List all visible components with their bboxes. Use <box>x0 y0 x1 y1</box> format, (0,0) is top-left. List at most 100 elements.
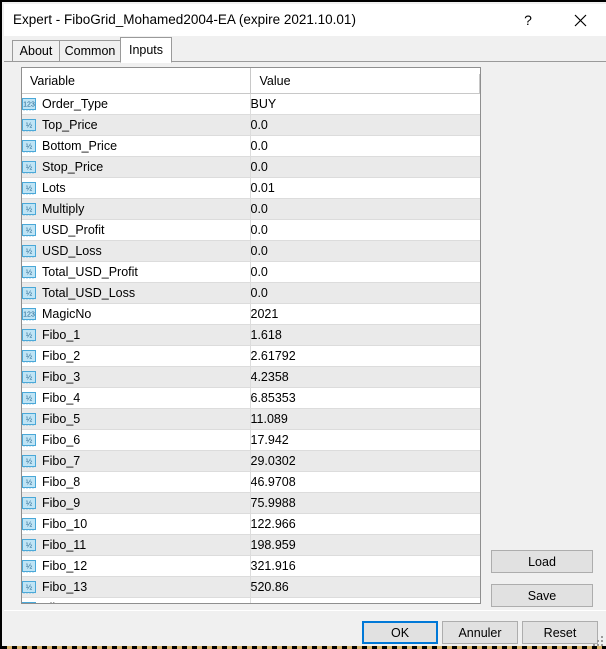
value-cell[interactable]: 122.966 <box>250 514 480 535</box>
integer-type-icon: 123 <box>22 98 36 111</box>
value-cell[interactable]: 17.942 <box>250 430 480 451</box>
variable-cell[interactable]: ½Fibo_10 <box>22 514 250 535</box>
table-row[interactable]: ½Total_USD_Profit0.0 <box>22 262 480 283</box>
variable-cell[interactable]: ½Fibo_6 <box>22 430 250 451</box>
table-row[interactable]: ½Fibo_846.9708 <box>22 472 480 493</box>
tab-about[interactable]: About <box>12 40 60 62</box>
value-text: BUY <box>251 97 277 111</box>
value-cell[interactable]: 0.0 <box>250 115 480 136</box>
variable-cell[interactable]: ½Fibo_13 <box>22 577 250 598</box>
help-button[interactable]: ? <box>506 4 550 36</box>
value-cell[interactable]: 2.61792 <box>250 346 480 367</box>
table-row[interactable]: ½Fibo_10122.966 <box>22 514 480 535</box>
value-cell[interactable]: 198.959 <box>250 535 480 556</box>
variable-cell[interactable]: ½Fibo_11 <box>22 535 250 556</box>
variable-cell[interactable]: ½Fibo_9 <box>22 493 250 514</box>
table-row[interactable]: 123MagicNo2021 <box>22 304 480 325</box>
table-row[interactable]: ½Fibo_12321.916 <box>22 556 480 577</box>
table-row[interactable]: ½Multiply0.0 <box>22 199 480 220</box>
table-row[interactable]: ½Total_USD_Loss0.0 <box>22 283 480 304</box>
value-cell[interactable]: 0.0 <box>250 262 480 283</box>
value-cell[interactable]: 4.2358 <box>250 367 480 388</box>
variable-cell[interactable]: ½Fibo_3 <box>22 367 250 388</box>
variable-cell[interactable]: ½Total_USD_Loss <box>22 283 250 304</box>
value-cell[interactable]: 0.0 <box>250 241 480 262</box>
table-row[interactable]: ½Fibo_617.942 <box>22 430 480 451</box>
variable-name: Fibo_14 <box>42 601 250 604</box>
variable-cell[interactable]: 123MagicNo <box>22 304 250 325</box>
double-type-icon: ½ <box>22 329 36 342</box>
value-cell[interactable]: 0.0 <box>250 157 480 178</box>
variable-cell[interactable]: ½Fibo_7 <box>22 451 250 472</box>
table-row[interactable]: ½Fibo_511.089 <box>22 409 480 430</box>
variable-cell[interactable]: ½Fibo_12 <box>22 556 250 577</box>
variable-cell[interactable]: ½Multiply <box>22 199 250 220</box>
variable-cell[interactable]: ½Fibo_8 <box>22 472 250 493</box>
variable-cell[interactable]: ½Fibo_1 <box>22 325 250 346</box>
value-cell[interactable]: 2021 <box>250 304 480 325</box>
table-row[interactable]: ½Stop_Price0.0 <box>22 157 480 178</box>
variable-cell[interactable]: ½Lots <box>22 178 250 199</box>
column-header-variable[interactable]: Variable <box>22 68 250 94</box>
tab-underline <box>4 61 606 62</box>
table-row[interactable]: 123Order_TypeBUY <box>22 94 480 115</box>
value-cell[interactable]: 6.85353 <box>250 388 480 409</box>
value-text: 29.0302 <box>251 454 296 468</box>
table-row[interactable]: ½Fibo_22.61792 <box>22 346 480 367</box>
table-row[interactable]: ½Fibo_11198.959 <box>22 535 480 556</box>
variable-cell[interactable]: ½Fibo_5 <box>22 409 250 430</box>
variable-cell[interactable]: ½Fibo_4 <box>22 388 250 409</box>
save-button[interactable]: Save <box>491 584 593 607</box>
value-cell[interactable]: 11.089 <box>250 409 480 430</box>
value-cell[interactable]: 0.0 <box>250 136 480 157</box>
variable-cell[interactable]: ½Top_Price <box>22 115 250 136</box>
svg-text:½: ½ <box>26 519 33 528</box>
table-row[interactable]: ½USD_Profit0.0 <box>22 220 480 241</box>
variable-cell[interactable]: ½Fibo_14 <box>22 598 250 605</box>
table-row[interactable]: ½Lots0.01 <box>22 178 480 199</box>
value-cell[interactable]: 1.618 <box>250 325 480 346</box>
variable-cell-content: ½Fibo_10 <box>22 517 250 531</box>
variable-cell[interactable]: ½Total_USD_Profit <box>22 262 250 283</box>
tab-strip: About Common Inputs <box>4 36 606 62</box>
value-text: 1.618 <box>251 328 282 342</box>
value-cell[interactable]: 75.9988 <box>250 493 480 514</box>
variable-cell[interactable]: ½USD_Profit <box>22 220 250 241</box>
variable-cell-content: ½Fibo_3 <box>22 370 250 384</box>
tab-inputs[interactable]: Inputs <box>120 37 172 63</box>
table-row[interactable]: ½USD_Loss0.0 <box>22 241 480 262</box>
table-row[interactable]: ½Fibo_11.618 <box>22 325 480 346</box>
variable-cell[interactable]: 123Order_Type <box>22 94 250 115</box>
value-cell[interactable]: BUY <box>250 94 480 115</box>
column-header-value[interactable]: Value <box>250 68 480 94</box>
variable-cell[interactable]: ½Bottom_Price <box>22 136 250 157</box>
value-cell[interactable]: 0.0 <box>250 220 480 241</box>
close-button[interactable] <box>558 4 602 36</box>
value-cell[interactable]: 321.916 <box>250 556 480 577</box>
value-cell[interactable]: 0.01 <box>250 178 480 199</box>
table-row[interactable]: ½Fibo_14842.751 <box>22 598 480 605</box>
parameters-table: Variable Value 123Order_TypeBUY½Top_Pric… <box>22 68 480 604</box>
ok-button[interactable]: OK <box>362 621 438 644</box>
table-row[interactable]: ½Bottom_Price0.0 <box>22 136 480 157</box>
value-cell[interactable]: 0.0 <box>250 283 480 304</box>
table-row[interactable]: ½Fibo_729.0302 <box>22 451 480 472</box>
cancel-button[interactable]: Annuler <box>442 621 518 644</box>
table-row[interactable]: ½Fibo_34.2358 <box>22 367 480 388</box>
value-cell[interactable]: 46.9708 <box>250 472 480 493</box>
reset-button[interactable]: Reset <box>522 621 598 644</box>
table-row[interactable]: ½Fibo_46.85353 <box>22 388 480 409</box>
dialog-footer: OK Annuler Reset <box>4 610 606 649</box>
variable-cell[interactable]: ½Fibo_2 <box>22 346 250 367</box>
load-button[interactable]: Load <box>491 550 593 573</box>
value-cell[interactable]: 520.86 <box>250 577 480 598</box>
variable-cell[interactable]: ½Stop_Price <box>22 157 250 178</box>
value-cell[interactable]: 0.0 <box>250 199 480 220</box>
table-row[interactable]: ½Fibo_13520.86 <box>22 577 480 598</box>
value-cell[interactable]: 842.751 <box>250 598 480 605</box>
table-row[interactable]: ½Top_Price0.0 <box>22 115 480 136</box>
variable-cell[interactable]: ½USD_Loss <box>22 241 250 262</box>
tab-common[interactable]: Common <box>59 40 121 62</box>
table-row[interactable]: ½Fibo_975.9988 <box>22 493 480 514</box>
value-cell[interactable]: 29.0302 <box>250 451 480 472</box>
